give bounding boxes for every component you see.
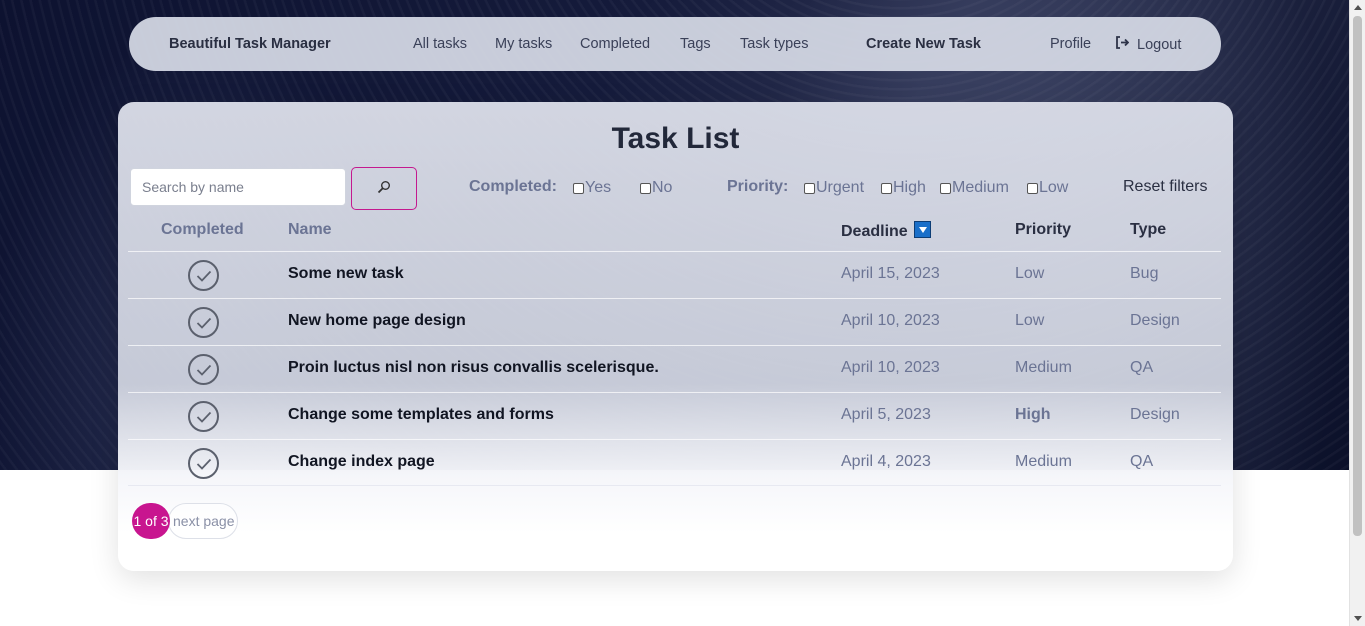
filter-priority-high[interactable]: High (881, 179, 926, 197)
task-priority: High (1015, 406, 1051, 423)
column-header-priority[interactable]: Priority (1015, 221, 1071, 239)
page-title: Task List (611, 122, 740, 155)
filter-priority-medium[interactable]: Medium (940, 179, 1009, 197)
priority-filter-label: Priority: (727, 178, 789, 195)
brand-link[interactable]: Beautiful Task Manager (169, 36, 331, 52)
column-header-deadline-label: Deadline (841, 223, 908, 240)
logout-link[interactable]: Logout (1115, 35, 1182, 53)
task-priority: Low (1015, 265, 1045, 282)
check-circle-icon[interactable] (188, 401, 219, 432)
table-row: Change index page April 4, 2023 Medium Q… (128, 439, 1221, 486)
task-deadline: April 15, 2023 (841, 265, 940, 282)
nav-my-tasks[interactable]: My tasks (495, 36, 552, 52)
top-navbar: Beautiful Task Manager All tasks My task… (129, 17, 1221, 71)
task-name-link[interactable]: Proin luctus nisl non risus convallis sc… (288, 359, 659, 377)
task-table: Some new task April 15, 2023 Low Bug New… (128, 251, 1221, 486)
task-priority: Low (1015, 312, 1045, 329)
checkbox[interactable] (1027, 182, 1038, 194)
column-header-type[interactable]: Type (1130, 221, 1166, 239)
checkbox[interactable] (804, 182, 815, 194)
create-new-task-link[interactable]: Create New Task (866, 36, 981, 52)
task-type: Design (1130, 312, 1180, 329)
checkbox-label: Medium (952, 179, 1009, 196)
current-page-badge: 1 of 3 (132, 503, 170, 539)
scroll-down-arrow-icon[interactable] (1354, 616, 1362, 621)
reset-filters-button[interactable]: Reset filters (1123, 178, 1207, 196)
task-name-link[interactable]: Change some templates and forms (288, 406, 554, 424)
checkbox[interactable] (573, 182, 584, 194)
nav-task-types[interactable]: Task types (740, 36, 809, 52)
profile-link[interactable]: Profile (1050, 36, 1091, 52)
search-input[interactable] (130, 168, 346, 206)
sort-down-icon[interactable] (913, 221, 931, 238)
task-deadline: April 10, 2023 (841, 359, 940, 376)
checkbox-label: Yes (585, 179, 612, 196)
logout-icon (1115, 35, 1130, 52)
column-header-name[interactable]: Name (288, 221, 332, 239)
task-type: QA (1130, 359, 1154, 376)
task-name-link[interactable]: Change index page (288, 453, 435, 471)
filter-completed-no[interactable]: No (640, 179, 672, 197)
logout-label: Logout (1137, 36, 1182, 53)
checkbox-label: Low (1039, 179, 1069, 196)
scrollbar[interactable] (1349, 0, 1365, 626)
checkbox[interactable] (881, 182, 892, 194)
task-type: Bug (1130, 265, 1159, 282)
table-row: New home page design April 10, 2023 Low … (128, 298, 1221, 345)
filter-priority-low[interactable]: Low (1027, 179, 1068, 197)
search-button[interactable] (351, 167, 417, 210)
check-circle-icon[interactable] (188, 260, 219, 291)
nav-completed[interactable]: Completed (580, 36, 650, 52)
task-priority: Medium (1015, 453, 1072, 470)
task-deadline: April 4, 2023 (841, 453, 931, 470)
table-row: Change some templates and forms April 5,… (128, 392, 1221, 439)
scroll-thumb[interactable] (1353, 16, 1362, 536)
task-deadline: April 10, 2023 (841, 312, 940, 329)
checkbox-label: Urgent (816, 179, 865, 196)
nav-all-tasks[interactable]: All tasks (413, 36, 467, 52)
table-row: Proin luctus nisl non risus convallis sc… (128, 345, 1221, 392)
filter-completed-yes[interactable]: Yes (573, 179, 611, 197)
check-circle-icon[interactable] (188, 354, 219, 385)
search-icon (377, 180, 391, 197)
completed-filter-label: Completed: (469, 178, 557, 195)
scroll-up-arrow-icon[interactable] (1354, 5, 1362, 10)
filter-priority-urgent[interactable]: Urgent (804, 179, 864, 197)
task-type: Design (1130, 406, 1180, 423)
checkbox[interactable] (940, 182, 951, 194)
task-deadline: April 5, 2023 (841, 406, 931, 423)
checkbox-label: High (893, 179, 926, 196)
task-name-link[interactable]: Some new task (288, 265, 404, 283)
check-circle-icon[interactable] (188, 307, 219, 338)
next-page-button[interactable]: next page (168, 503, 238, 539)
nav-tags[interactable]: Tags (680, 36, 711, 52)
column-header-deadline[interactable]: Deadline (841, 221, 931, 241)
task-type: QA (1130, 453, 1154, 470)
pagination: 1 of 3 next page (132, 503, 238, 539)
table-row: Some new task April 15, 2023 Low Bug (128, 251, 1221, 298)
checkbox-label: No (652, 179, 673, 196)
check-circle-icon[interactable] (188, 448, 219, 479)
task-list-panel: Task List Completed: Yes No Priority: Ur… (118, 102, 1233, 571)
checkbox[interactable] (640, 182, 651, 194)
column-header-completed[interactable]: Completed (161, 221, 244, 239)
task-priority: Medium (1015, 359, 1072, 376)
task-name-link[interactable]: New home page design (288, 312, 466, 330)
